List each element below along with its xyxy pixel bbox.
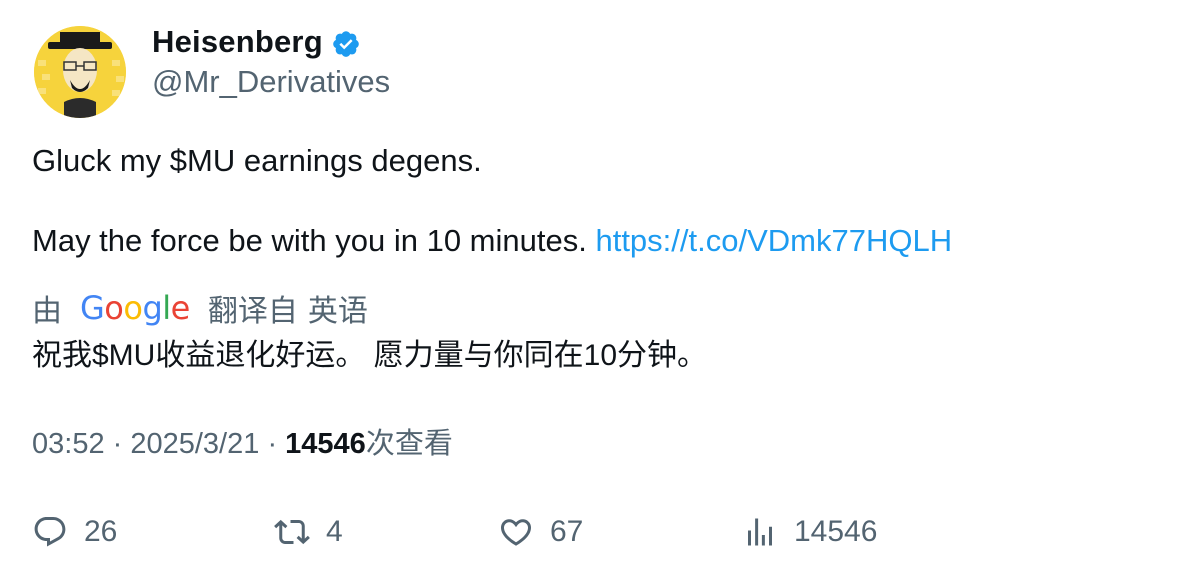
reply-icon — [34, 517, 66, 547]
reply-button[interactable]: 26 — [32, 510, 117, 554]
meta-separator: · — [267, 428, 286, 460]
tweet-text-line1: Gluck my $MU earnings degens. — [32, 143, 482, 178]
tweet-date[interactable]: 2025/3/21 — [130, 428, 259, 460]
like-button[interactable]: 67 — [498, 510, 583, 554]
translation-suffix: 翻译自 — [207, 295, 298, 328]
translation-source-language: 英语 — [307, 295, 368, 328]
reply-count: 26 — [84, 515, 118, 548]
retweet-icon — [274, 519, 310, 545]
views-button[interactable]: 14546 — [742, 510, 877, 554]
retweet-count: 4 — [326, 515, 343, 548]
like-count: 67 — [550, 515, 584, 548]
heisenberg-avatar-icon — [34, 26, 126, 118]
author-block: Heisenberg @Mr_Derivatives — [152, 22, 390, 102]
views-action-count: 14546 — [794, 515, 878, 548]
action-bar: 26 4 67 14546 — [0, 510, 1196, 554]
tweet-text-line2: May the force be with you in 10 minutes.… — [32, 221, 952, 261]
translation-prefix: 由 — [32, 295, 62, 328]
avatar[interactable] — [34, 26, 126, 118]
views-label: 次查看 — [365, 428, 453, 460]
tweet-text-line2-text: May the force be with you in 10 minutes. — [32, 223, 587, 258]
handle[interactable]: @Mr_Derivatives — [152, 62, 390, 102]
translated-text: 祝我$MU收益退化好运。 愿力量与你同在10分钟。 — [32, 339, 708, 372]
meta-separator: · — [112, 428, 131, 460]
views-count: 14546 — [285, 428, 366, 460]
display-name-row: Heisenberg — [152, 22, 390, 62]
tweet-card: Heisenberg @Mr_Derivatives Gluck my $MU … — [0, 0, 1196, 578]
retweet-button[interactable]: 4 — [274, 510, 343, 554]
tweet-meta: 03:52 · 2025/3/21 · 14546次查看 — [32, 424, 453, 464]
display-name[interactable]: Heisenberg — [152, 24, 323, 60]
verified-badge-icon[interactable] — [331, 29, 361, 59]
google-logo: Google — [80, 289, 190, 327]
analytics-icon — [748, 518, 772, 546]
tweet-time[interactable]: 03:52 — [32, 428, 105, 460]
tweet-link[interactable]: https://t.co/VDmk77HQLH — [595, 223, 952, 258]
translation-attribution[interactable]: 由 Google 翻译自 英语 — [32, 288, 368, 328]
heart-icon — [500, 519, 532, 546]
